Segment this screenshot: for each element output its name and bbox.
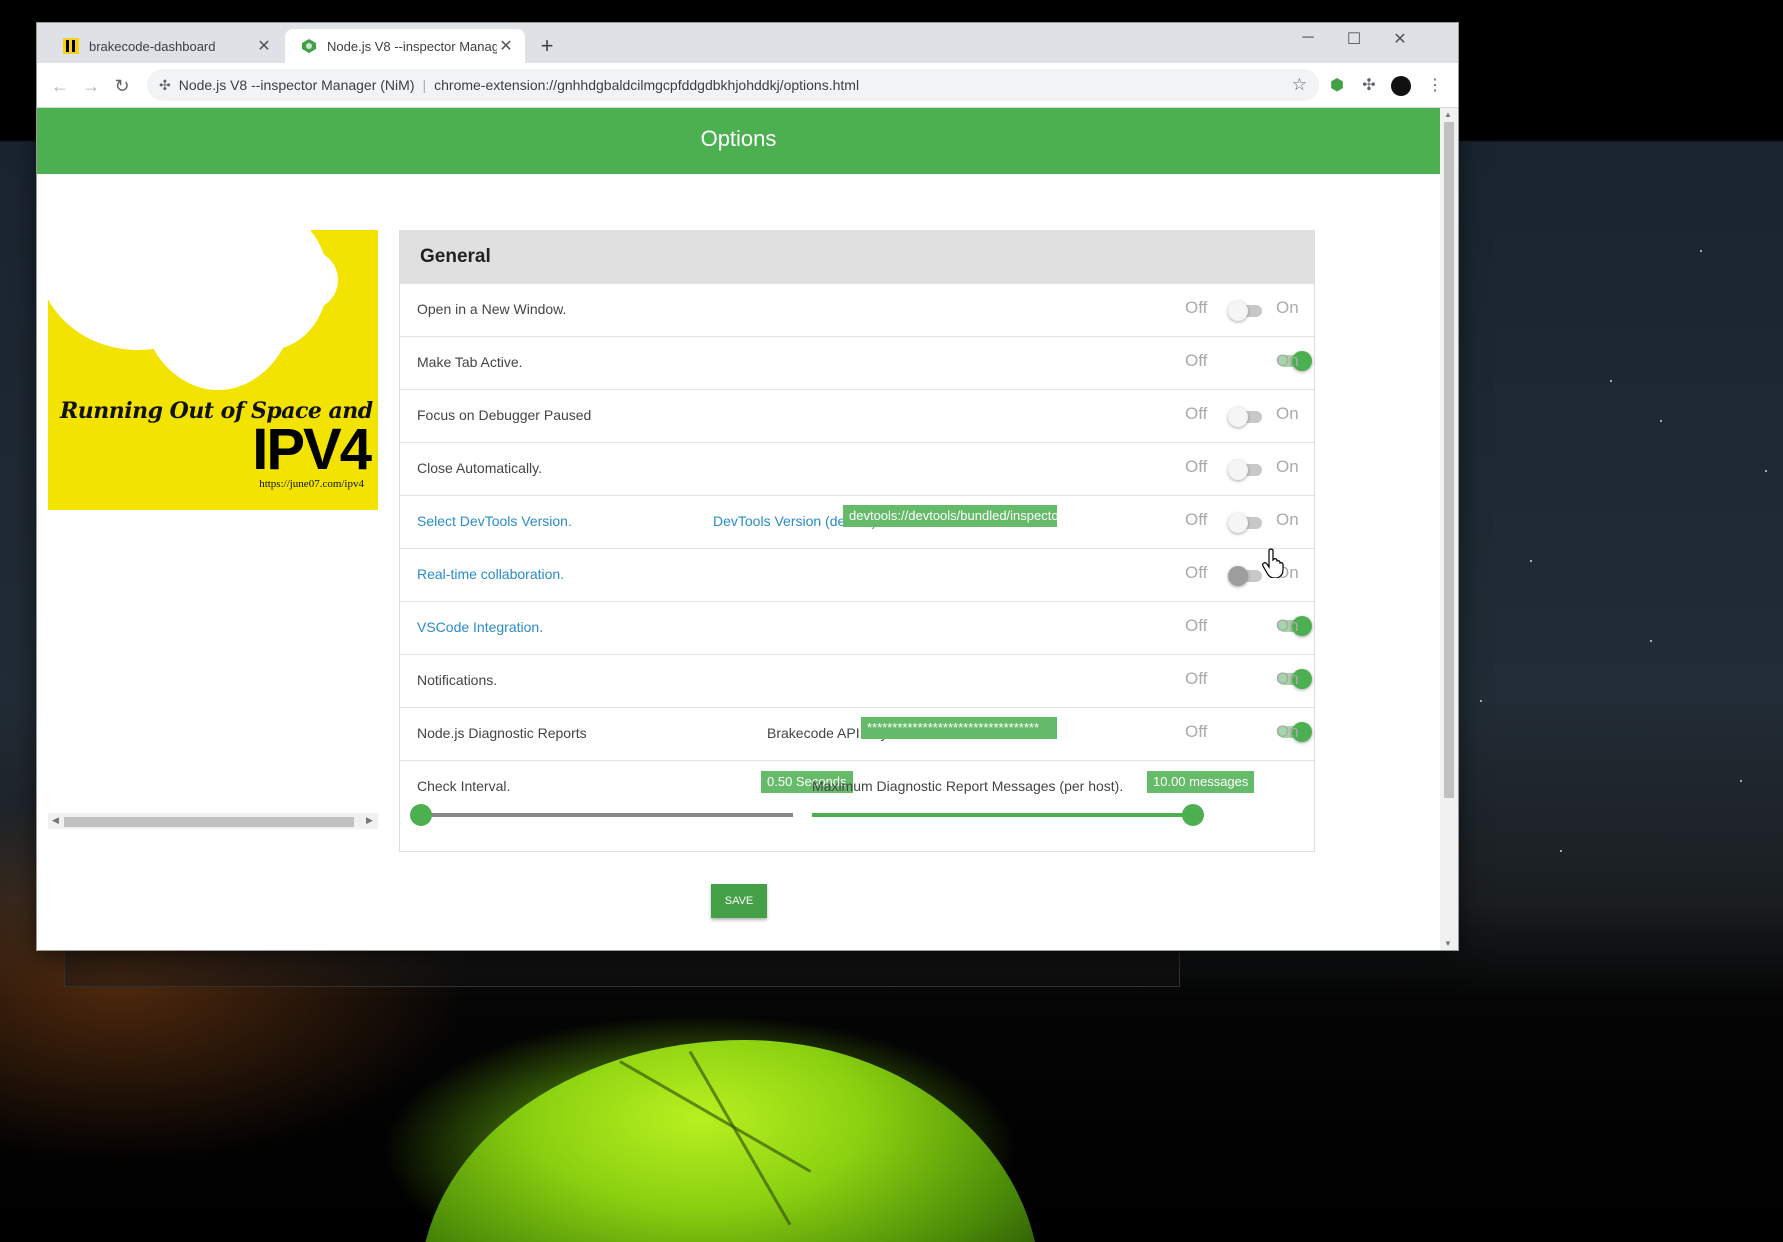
setting-row: Open in a New Window. Off On	[400, 283, 1314, 336]
background-panel	[64, 950, 1180, 987]
setting-value-field[interactable]: **********************************	[861, 717, 1057, 739]
extensions-puzzle-icon[interactable]: ✣	[1359, 76, 1379, 96]
address-bar[interactable]: ✣ Node.js V8 --inspector Manager (NiM) | ch…	[147, 69, 1319, 101]
setting-row: VSCode Integration. Off On	[400, 601, 1314, 654]
setting-row: Notifications. Off On	[400, 654, 1314, 707]
off-label: Off	[1185, 616, 1208, 635]
max-messages-label: Maximum Diagnostic Report Messages (per …	[812, 778, 1124, 794]
new-tab-plus-icon[interactable]: +	[535, 33, 559, 59]
toggle-switch[interactable]	[1228, 460, 1264, 480]
scroll-down-icon[interactable]: ▼	[1444, 939, 1452, 948]
profile-avatar[interactable]	[1391, 76, 1411, 96]
check-interval-label: Check Interval.	[417, 778, 511, 794]
scroll-up-icon[interactable]: ▲	[1444, 110, 1452, 119]
tab-title: brakecode-dashboard	[89, 38, 216, 54]
tab-close-icon[interactable]: ✕	[255, 36, 273, 56]
options-header: Options	[37, 108, 1440, 174]
setting-row: Close Automatically. Off On	[400, 442, 1314, 495]
toggle-switch[interactable]	[1228, 566, 1264, 586]
on-label: On	[1276, 457, 1299, 476]
ipv4-advertisement[interactable]: Running Out of Space and Need IPV4 https…	[48, 230, 378, 510]
nim-favicon-icon	[302, 39, 316, 53]
setting-row: Select DevTools Version. DevTools Version…	[400, 495, 1314, 548]
tent-image	[420, 1040, 1040, 1242]
on-label: On	[1276, 510, 1299, 529]
off-label: Off	[1185, 404, 1208, 423]
on-label: On	[1276, 298, 1299, 317]
forward-arrow-icon[interactable]: →	[80, 75, 102, 97]
card-title: General	[400, 231, 1314, 283]
max-messages-value: 10.00 messages	[1147, 771, 1255, 793]
scroll-left-icon[interactable]: ◀	[52, 815, 59, 826]
setting-label[interactable]: Select DevTools Version.	[417, 513, 572, 529]
browser-toolbar: ← → ↻ ✣ Node.js V8 --inspector Manager (N…	[37, 63, 1458, 108]
scrollbar-thumb[interactable]	[64, 817, 354, 827]
tab-title: Node.js V8 --inspector Manager	[327, 38, 497, 54]
max-messages-slider[interactable]	[812, 804, 1204, 826]
off-label: Off	[1185, 298, 1208, 317]
options-page: Options Running Out of Space and Need IP…	[37, 108, 1440, 950]
setting-label: Notifications.	[417, 672, 498, 688]
on-label: On	[1276, 616, 1299, 635]
tab-strip: brakecode-dashboard ✕ Node.js V8 --inspe…	[37, 23, 1458, 63]
setting-label[interactable]: VSCode Integration.	[417, 619, 543, 635]
tab-brakecode-dashboard[interactable]: brakecode-dashboard ✕	[47, 29, 283, 63]
general-settings-card: General Open in a New Window. Off On Make T…	[399, 230, 1315, 852]
setting-label: Focus on Debugger Paused	[417, 407, 592, 423]
on-label: On	[1276, 722, 1299, 741]
browser-window: brakecode-dashboard ✕ Node.js V8 --inspe…	[37, 23, 1458, 950]
setting-value-field[interactable]: devtools://devtools/bundled/inspector.ht…	[843, 505, 1057, 527]
setting-label: Node.js Diagnostic Reports	[417, 725, 587, 741]
ad-url: https://june07.com/ipv4	[259, 478, 364, 490]
slider-row: Check Interval. 0.50 Seconds Maximum Dia…	[400, 760, 1314, 849]
off-label: Off	[1185, 722, 1208, 741]
off-label: Off	[1185, 563, 1208, 582]
scrollbar-thumb[interactable]	[1444, 122, 1454, 798]
check-interval-slider[interactable]	[410, 804, 793, 826]
off-label: Off	[1185, 669, 1208, 688]
toggle-switch[interactable]	[1228, 407, 1264, 427]
on-label: On	[1276, 351, 1299, 370]
setting-row: Focus on Debugger Paused Off On	[400, 389, 1314, 442]
tab-close-icon[interactable]: ✕	[497, 36, 515, 56]
setting-label: Open in a New Window.	[417, 301, 567, 317]
setting-row: Node.js Diagnostic Reports Brakecode API …	[400, 707, 1314, 760]
maximize-icon[interactable]: ☐	[1331, 29, 1377, 49]
slider-thumb[interactable]	[1182, 804, 1204, 826]
ad-horizontal-scrollbar[interactable]: ◀ ▶	[48, 813, 378, 829]
page-title: Options	[700, 126, 777, 151]
page-vertical-scrollbar[interactable]: ▲ ▼	[1440, 108, 1458, 950]
back-arrow-icon[interactable]: ←	[49, 75, 71, 97]
ad-ipv4-text: IPV4	[252, 417, 372, 482]
puzzle-piece-icon: ✣	[159, 77, 171, 93]
setting-row: Make Tab Active. Off On	[400, 336, 1314, 389]
address-url: chrome-extension://gnhhdgbaldcilmgcpfddg…	[434, 77, 860, 93]
setting-label: Close Automatically.	[417, 460, 543, 476]
tab-nim-options[interactable]: Node.js V8 --inspector Manager ✕	[285, 29, 525, 63]
brakecode-favicon-icon	[63, 38, 79, 54]
menu-kebab-icon[interactable]: ⋮	[1425, 76, 1445, 96]
minimize-icon[interactable]: ─	[1285, 29, 1331, 47]
setting-label: Make Tab Active.	[417, 354, 523, 370]
scroll-right-icon[interactable]: ▶	[366, 815, 373, 826]
on-label: On	[1276, 669, 1299, 688]
address-site-name: Node.js V8 --inspector Manager (NiM)	[178, 77, 415, 93]
slider-thumb[interactable]	[410, 804, 432, 826]
off-label: Off	[1185, 510, 1208, 529]
save-button[interactable]: SAVE	[711, 884, 767, 918]
window-close-icon[interactable]: ✕	[1377, 29, 1423, 49]
off-label: Off	[1185, 457, 1208, 476]
off-label: Off	[1185, 351, 1208, 370]
bookmark-star-icon[interactable]: ☆	[1292, 69, 1307, 101]
toggle-switch[interactable]	[1228, 301, 1264, 321]
setting-row: Real-time collaboration. Off On	[400, 548, 1314, 601]
reload-icon[interactable]: ↻	[111, 75, 133, 97]
nim-extension-icon[interactable]: ⬢	[1327, 76, 1347, 96]
hand-cursor-icon	[1262, 548, 1284, 578]
address-separator: |	[422, 77, 427, 93]
on-label: On	[1276, 404, 1299, 423]
setting-label[interactable]: Real-time collaboration.	[417, 566, 564, 582]
toggle-switch[interactable]	[1228, 513, 1264, 533]
